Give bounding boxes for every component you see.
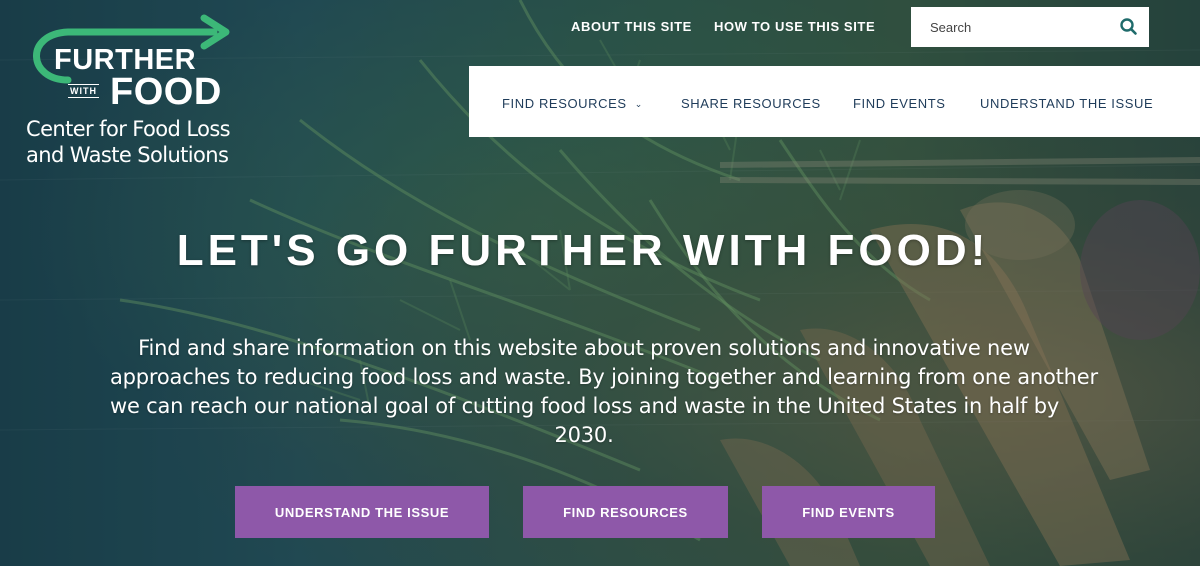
hero-intro: Find and share information on this websi… — [110, 334, 1098, 450]
intro-line-4: 2030. — [554, 423, 614, 447]
how-to-use-link[interactable]: HOW TO USE THIS SITE — [714, 19, 875, 34]
about-this-site-link[interactable]: ABOUT THIS SITE — [571, 19, 692, 34]
logo-subtitle-line1: Center for Food Loss — [26, 117, 231, 141]
find-resources-button[interactable]: FIND RESOURCES — [523, 486, 728, 538]
intro-line-3: we can reach our national goal of cuttin… — [110, 394, 1060, 418]
logo-word-with: WITH — [68, 84, 99, 98]
search-icon[interactable] — [1119, 17, 1139, 37]
logo-subtitle: Center for Food Loss and Waste Solutions — [26, 116, 246, 168]
nav-find-resources[interactable]: FIND RESOURCES ⌄ — [502, 96, 643, 111]
logo-word-food: FOOD — [110, 71, 222, 113]
understand-the-issue-button[interactable]: UNDERSTAND THE ISSUE — [235, 486, 489, 538]
hero-headline: LET'S GO FURTHER WITH FOOD! — [176, 226, 990, 275]
search-input[interactable] — [911, 7, 1111, 47]
chevron-down-icon: ⌄ — [634, 99, 643, 109]
find-events-button[interactable]: FIND EVENTS — [762, 486, 935, 538]
nav-share-resources[interactable]: SHARE RESOURCES — [681, 96, 821, 111]
nav-find-resources-label: FIND RESOURCES — [502, 96, 627, 111]
logo-subtitle-line2: and Waste Solutions — [26, 143, 229, 167]
nav-understand-the-issue[interactable]: UNDERSTAND THE ISSUE — [980, 96, 1153, 111]
search-box — [911, 7, 1149, 47]
intro-line-1: Find and share information on this websi… — [138, 336, 1030, 360]
nav-find-events[interactable]: FIND EVENTS — [853, 96, 946, 111]
site-logo[interactable]: FURTHER WITH FOOD Center for Food Loss a… — [18, 12, 233, 172]
main-nav: FIND RESOURCES ⌄ SHARE RESOURCES FIND EVE… — [469, 66, 1200, 137]
intro-line-2: approaches to reducing food loss and was… — [110, 365, 1098, 389]
utility-nav: ABOUT THIS SITE HOW TO USE THIS SITE — [571, 19, 875, 34]
